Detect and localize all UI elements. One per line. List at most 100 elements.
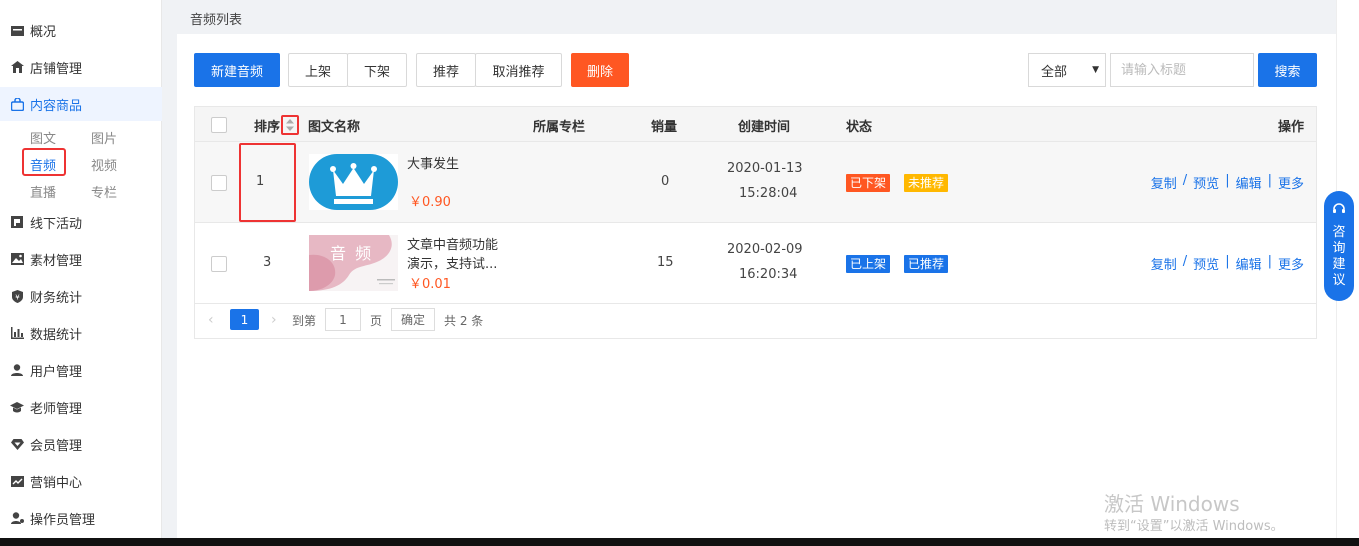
consult-char: 咨 (1332, 225, 1346, 240)
sidebar-item-data[interactable]: 数据统计 (0, 316, 162, 350)
diamond-icon (10, 437, 24, 451)
sub-item-image[interactable]: 图片 (91, 128, 117, 147)
total-count: 共 2 条 (444, 314, 484, 328)
consult-button[interactable]: 咨 询 建 议 (1324, 191, 1354, 301)
sub-item-live[interactable]: 直播 (30, 182, 56, 201)
status-filter-value: 全部 (1041, 64, 1068, 80)
search-input[interactable] (1110, 53, 1254, 87)
new-audio-button[interactable]: 新建音频 (194, 53, 280, 87)
recommend-badge: 已推荐 (904, 255, 949, 273)
header-sales: 销量 (651, 120, 678, 135)
image-icon (10, 252, 24, 266)
unshelve-button[interactable]: 下架 (347, 53, 407, 87)
highlight-box (22, 148, 66, 176)
row-price: ￥0.90 (409, 195, 451, 210)
separator: | (1267, 173, 1272, 188)
sidebar-item-offline[interactable]: 线下活动 (0, 205, 162, 239)
separator: / (1182, 173, 1188, 188)
table-row: 3 音 频 文章中音频功能演示，支持试... ￥0.01 15 2020-02-… (195, 223, 1316, 304)
select-all-checkbox[interactable] (211, 117, 227, 133)
sidebar-item-label: 营销中心 (30, 475, 83, 491)
row-actions: 复制 / 预览 | 编辑 | 更多 (1151, 254, 1304, 273)
confirm-button[interactable]: 确定 (391, 308, 435, 331)
audio-table: 排序 图文名称 所属专栏 销量 创建时间 状态 操作 1 大事发生 ￥0.90 (194, 106, 1317, 339)
flag-icon (10, 215, 24, 229)
sidebar-item-user[interactable]: 用户管理 (0, 353, 162, 387)
sub-item-article[interactable]: 图文 (30, 128, 56, 147)
row-date: 2020-01-13 (727, 161, 803, 176)
sort-toggle-icon[interactable] (281, 115, 299, 135)
shelve-button[interactable]: 上架 (288, 53, 348, 87)
highlight-box (239, 143, 296, 222)
sidebar-item-label: 店铺管理 (30, 61, 83, 77)
more-link[interactable]: 更多 (1278, 254, 1304, 273)
breadcrumb: 音频列表 (190, 13, 243, 28)
sidebar-item-label: 财务统计 (30, 290, 83, 306)
delete-button[interactable]: 删除 (571, 53, 629, 87)
taskbar-edge (0, 538, 1359, 546)
sidebar-item-overview[interactable]: 概况 (0, 13, 162, 47)
header-name: 图文名称 (308, 120, 361, 135)
windows-watermark-subtitle: 转到“设置”以激活 Windows。 (1104, 519, 1284, 534)
status-filter-select[interactable]: 全部 ▼ (1028, 53, 1106, 87)
preview-link[interactable]: 预览 (1193, 254, 1219, 273)
sidebar-item-marketing[interactable]: 营销中心 (0, 464, 162, 498)
sidebar-item-label: 内容商品 (30, 98, 83, 114)
consult-char: 建 (1332, 257, 1346, 272)
user-icon (10, 363, 24, 377)
preview-link[interactable]: 预览 (1193, 173, 1219, 192)
more-link[interactable]: 更多 (1278, 173, 1304, 192)
operator-icon (10, 511, 24, 525)
sidebar-item-label: 老师管理 (30, 401, 83, 417)
header-status: 状态 (846, 120, 873, 135)
row-sales: 0 (661, 174, 670, 189)
sidebar-item-operator[interactable]: 操作员管理 (0, 501, 162, 535)
row-time: 16:20:34 (739, 267, 798, 282)
edit-link[interactable]: 编辑 (1236, 254, 1262, 273)
sidebar-item-teacher[interactable]: 老师管理 (0, 390, 162, 424)
shield-icon: ¥ (10, 289, 24, 303)
sidebar-item-member[interactable]: 会员管理 (0, 427, 162, 461)
header-created: 创建时间 (738, 120, 791, 135)
copy-link[interactable]: 复制 (1151, 173, 1177, 192)
folder-icon (10, 23, 24, 37)
thumbnail-text: 音 频 (330, 244, 374, 263)
sub-item-column[interactable]: 专栏 (91, 182, 117, 201)
prev-page-icon[interactable]: ‹ (208, 312, 214, 328)
trend-icon (10, 474, 24, 488)
sub-item-video[interactable]: 视频 (91, 155, 117, 174)
separator: | (1267, 254, 1272, 269)
windows-watermark-title: 激活 Windows (1104, 492, 1240, 516)
sidebar-item-label: 操作员管理 (30, 512, 96, 528)
row-checkbox[interactable] (211, 256, 227, 272)
search-button[interactable]: 搜索 (1258, 53, 1317, 87)
sidebar-item-label: 用户管理 (30, 364, 83, 380)
edit-link[interactable]: 编辑 (1236, 173, 1262, 192)
page-input[interactable]: 1 (325, 308, 361, 331)
sidebar-item-store[interactable]: 店铺管理 (0, 50, 162, 84)
table-row: 1 大事发生 ￥0.90 0 2020-01-13 15:28:04 已下架 未… (195, 142, 1316, 223)
recommend-button[interactable]: 推荐 (416, 53, 476, 87)
row-time: 15:28:04 (739, 186, 798, 201)
bar-chart-icon (10, 326, 24, 340)
sidebar: 概况 店铺管理 内容商品 图文 图片 音频 视频 直播 专栏 线下活动 素材管理… (0, 0, 162, 538)
separator: | (1225, 254, 1230, 269)
sidebar-item-material[interactable]: 素材管理 (0, 242, 162, 276)
sidebar-item-content[interactable]: 内容商品 (0, 87, 162, 121)
cancel-recommend-button[interactable]: 取消推荐 (475, 53, 562, 87)
sidebar-item-label: 概况 (30, 24, 57, 40)
next-page-icon[interactable]: › (271, 312, 277, 328)
row-title[interactable]: 文章中音频功能演示，支持试... (407, 236, 507, 274)
copy-link[interactable]: 复制 (1151, 254, 1177, 273)
row-checkbox[interactable] (211, 175, 227, 191)
row-price: ￥0.01 (409, 277, 451, 292)
current-page[interactable]: 1 (230, 309, 259, 330)
row-sales: 15 (657, 255, 674, 270)
sidebar-item-finance[interactable]: ¥ 财务统计 (0, 279, 162, 313)
row-date: 2020-02-09 (727, 242, 803, 257)
recommend-badge: 未推荐 (904, 174, 949, 192)
sidebar-item-label: 会员管理 (30, 438, 83, 454)
row-title[interactable]: 大事发生 (407, 155, 507, 174)
caret-down-icon: ▼ (1092, 65, 1099, 75)
crown-thumbnail (309, 154, 398, 210)
